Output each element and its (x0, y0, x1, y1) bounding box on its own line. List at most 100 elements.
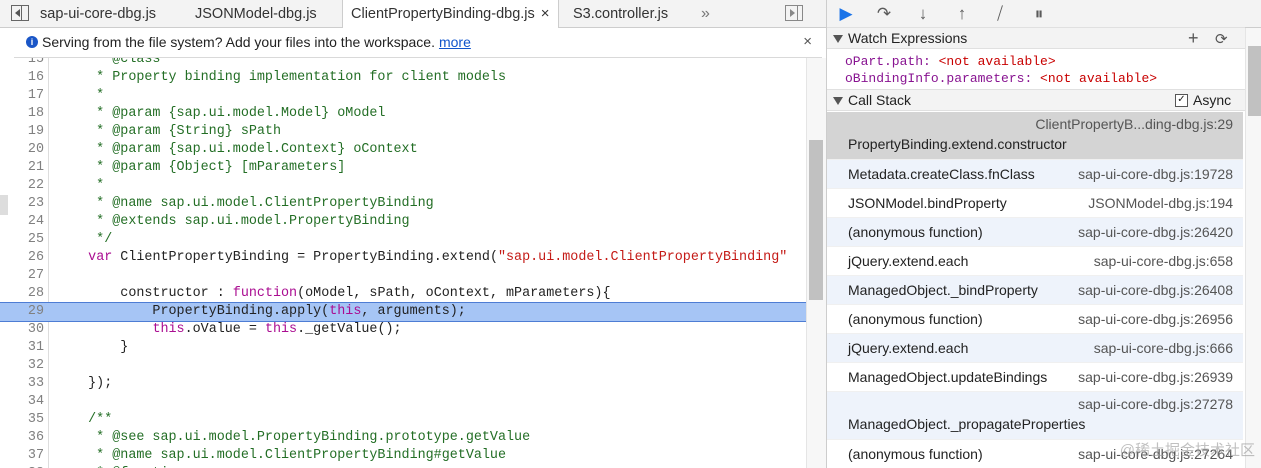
code-line[interactable]: 28 constructor : function(oModel, sPath,… (0, 285, 806, 303)
call-frame-location[interactable]: JSONModel-dbg.js:194 (1088, 195, 1233, 211)
line-number[interactable]: 29 (0, 303, 44, 321)
call-frame-location[interactable]: sap-ui-core-dbg.js:26408 (1078, 282, 1233, 298)
code-line[interactable]: 23 * @name sap.ui.model.ClientPropertyBi… (0, 195, 806, 213)
code-line[interactable]: 27 (0, 267, 806, 285)
call-frame-location[interactable]: sap-ui-core-dbg.js:26956 (1078, 311, 1233, 327)
resume-icon[interactable]: ▶ (835, 3, 857, 25)
tab-s3-controller[interactable]: S3.controller.js (573, 0, 668, 27)
line-number[interactable]: 31 (0, 339, 44, 357)
watch-item[interactable]: oBindingInfo.parameters: <not available> (845, 71, 1157, 87)
sidebar-scrollbar[interactable] (1245, 28, 1261, 468)
call-frame-location[interactable]: sap-ui-core-dbg.js:658 (1094, 253, 1233, 269)
line-number[interactable]: 17 (0, 87, 44, 105)
line-number[interactable]: 22 (0, 177, 44, 195)
tab-close-icon[interactable]: × (541, 5, 550, 22)
pause-on-exceptions-icon[interactable]: ⏸ (1028, 3, 1050, 25)
code-line[interactable]: 30 this.oValue = this._getValue(); (0, 321, 806, 339)
code-line[interactable]: 31 } (0, 339, 806, 357)
call-frame[interactable]: ManagedObject._bindProperty sap-ui-core-d… (827, 276, 1243, 305)
call-frame-location[interactable]: sap-ui-core-dbg.js:27278 (1078, 396, 1233, 412)
call-frame[interactable]: jQuery.extend.each sap-ui-core-dbg.js:666 (827, 334, 1243, 363)
line-number[interactable]: 18 (0, 105, 44, 123)
code-line[interactable]: 37 * @name sap.ui.model.ClientPropertyBi… (0, 447, 806, 465)
code-line[interactable]: 34 (0, 393, 806, 411)
code-line[interactable]: 17 * (0, 87, 806, 105)
line-number[interactable]: 33 (0, 375, 44, 393)
call-frame-name: ManagedObject.updateBindings (848, 369, 1048, 385)
line-number[interactable]: 35 (0, 411, 44, 429)
code-line[interactable]: 22 * (0, 177, 806, 195)
call-frame-location[interactable]: sap-ui-core-dbg.js:19728 (1078, 166, 1233, 182)
call-frame[interactable]: PropertyBinding.extend.constructor Client… (827, 112, 1243, 160)
call-frame[interactable]: ManagedObject.updateBindings sap-ui-core-… (827, 363, 1243, 392)
code-line[interactable]: 32 (0, 357, 806, 375)
watch-item[interactable]: oPart.path: <not available> (845, 54, 1056, 70)
call-frame[interactable]: ManagedObject._propagateProperties sap-ui… (827, 392, 1243, 440)
code-line[interactable]: 26 var ClientPropertyBinding = PropertyB… (0, 249, 806, 267)
call-frame[interactable]: JSONModel.bindProperty JSONModel-dbg.js:1… (827, 189, 1243, 218)
line-number[interactable]: 28 (0, 285, 44, 303)
tab-sap-ui-core[interactable]: sap-ui-core-dbg.js (40, 0, 156, 27)
code-text: * (56, 177, 104, 195)
call-frame[interactable]: Metadata.createClass.fnClass sap-ui-core-… (827, 160, 1243, 189)
async-checkbox[interactable]: ✓ (1175, 94, 1188, 107)
call-frame[interactable]: (anonymous function) sap-ui-core-dbg.js:2… (827, 305, 1243, 334)
more-tabs-icon[interactable]: » (701, 0, 710, 28)
code-line[interactable]: 18 * @param {sap.ui.model.Model} oModel (0, 105, 806, 123)
call-frame-location[interactable]: sap-ui-core-dbg.js:666 (1094, 340, 1233, 356)
add-watch-icon[interactable]: + (1188, 28, 1199, 49)
code-line[interactable]: 25 */ (0, 231, 806, 249)
call-stack-header[interactable]: Call Stack ✓ Async (827, 89, 1245, 111)
infobar-close-icon[interactable]: × (803, 33, 812, 50)
line-number[interactable]: 15 (0, 58, 44, 69)
code-text: * @class (56, 58, 160, 69)
code-text: * @name sap.ui.model.ClientPropertyBindi… (56, 195, 434, 213)
watch-expressions-header[interactable]: Watch Expressions + ⟳ (827, 27, 1245, 49)
tab-clientpropertybinding[interactable]: ClientPropertyBinding-dbg.js × (342, 0, 559, 28)
refresh-watch-icon[interactable]: ⟳ (1215, 29, 1228, 50)
call-frame-location[interactable]: sap-ui-core-dbg.js:26939 (1078, 369, 1233, 385)
line-number[interactable]: 20 (0, 141, 44, 159)
code-line[interactable]: 16 * Property binding implementation for… (0, 69, 806, 87)
step-over-icon[interactable]: ↷ (873, 3, 895, 25)
call-frame[interactable]: jQuery.extend.each sap-ui-core-dbg.js:658 (827, 247, 1243, 276)
line-number[interactable]: 23 (0, 195, 44, 213)
call-frame-location[interactable]: sap-ui-core-dbg.js:26420 (1078, 224, 1233, 240)
code-line[interactable]: 15 * @class (0, 58, 806, 69)
code-editor[interactable]: 15 * @class 16 * Property binding impleme… (0, 58, 806, 468)
code-line[interactable]: 35 /** (0, 411, 806, 429)
code-line[interactable]: 33 }); (0, 375, 806, 393)
step-into-icon[interactable]: ↓ (912, 3, 934, 25)
infobar-more-link[interactable]: more (439, 34, 471, 50)
line-number[interactable]: 19 (0, 123, 44, 141)
step-out-icon[interactable]: ↑ (951, 3, 973, 25)
toggle-debugger-icon[interactable] (785, 5, 803, 21)
tab-jsonmodel[interactable]: JSONModel-dbg.js (195, 0, 317, 27)
code-line[interactable]: 24 * @extends sap.ui.model.PropertyBindi… (0, 213, 806, 231)
deactivate-breakpoints-icon[interactable]: ⧸ (989, 3, 1011, 25)
line-number[interactable]: 25 (0, 231, 44, 249)
editor-scroll-thumb[interactable] (809, 140, 823, 300)
line-number[interactable]: 37 (0, 447, 44, 465)
code-line[interactable]: 21 * @param {Object} [mParameters] (0, 159, 806, 177)
line-number[interactable]: 24 (0, 213, 44, 231)
line-number[interactable]: 27 (0, 267, 44, 285)
workspace-infobar: i Serving from the file system? Add your… (14, 28, 822, 58)
line-number[interactable]: 21 (0, 159, 44, 177)
toggle-navigator-icon[interactable] (11, 5, 29, 21)
line-number[interactable]: 16 (0, 69, 44, 87)
sidebar-scroll-thumb[interactable] (1248, 46, 1261, 116)
line-number[interactable]: 30 (0, 321, 44, 339)
call-frame[interactable]: (anonymous function) sap-ui-core-dbg.js:2… (827, 218, 1243, 247)
line-number[interactable]: 26 (0, 249, 44, 267)
line-number[interactable]: 34 (0, 393, 44, 411)
editor-scrollbar[interactable] (806, 58, 826, 468)
call-frame-location[interactable]: ClientPropertyB...ding-dbg.js:29 (1035, 116, 1233, 132)
code-line[interactable]: 36 * @see sap.ui.model.PropertyBinding.p… (0, 429, 806, 447)
code-line[interactable]: 20 * @param {sap.ui.model.Context} oCont… (0, 141, 806, 159)
code-token: * @param {sap.ui.model.Context} oContext (56, 142, 418, 157)
line-number[interactable]: 36 (0, 429, 44, 447)
code-line[interactable]: 19 * @param {String} sPath (0, 123, 806, 141)
code-line[interactable]: 29 PropertyBinding.apply(this, arguments… (0, 302, 806, 322)
line-number[interactable]: 32 (0, 357, 44, 375)
